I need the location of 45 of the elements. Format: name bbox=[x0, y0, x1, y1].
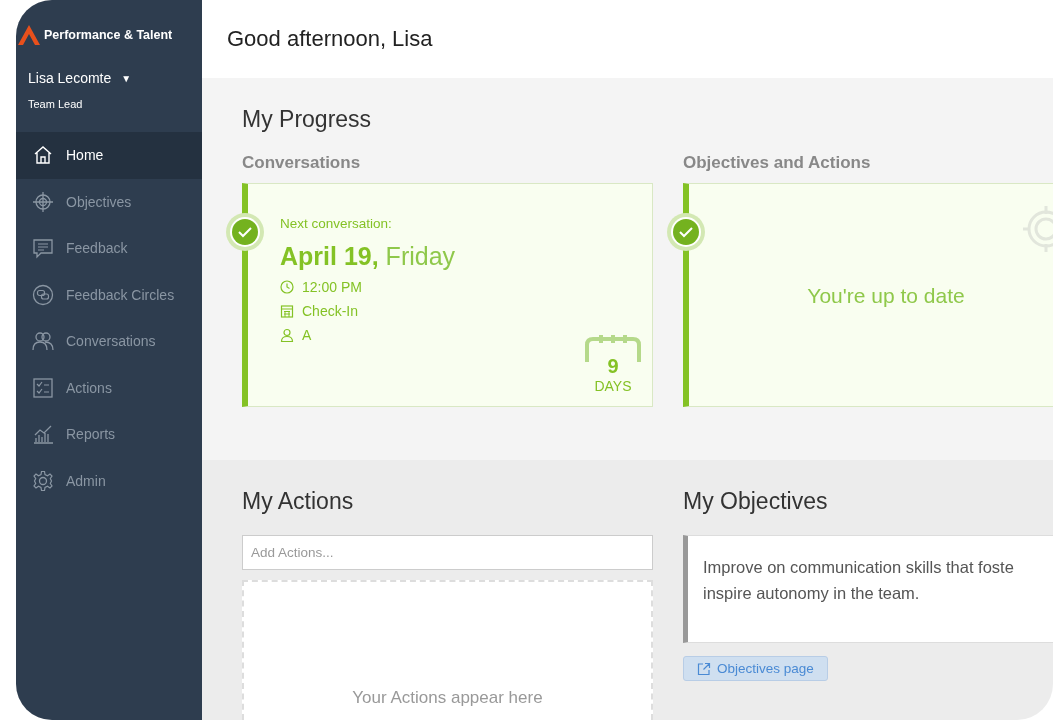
comment-icon bbox=[32, 237, 54, 260]
section-title: My Objectives bbox=[683, 487, 828, 515]
conversation-date: April 19, Friday bbox=[280, 242, 457, 271]
sidebar-item[interactable]: Conversations bbox=[16, 318, 202, 365]
person-icon bbox=[280, 328, 294, 342]
sidebar-item[interactable]: Feedback Circles bbox=[16, 271, 202, 318]
sidebar-item[interactable]: Home bbox=[16, 132, 202, 179]
dropdown-caret[interactable]: ▼ bbox=[121, 72, 132, 84]
sidebar-item[interactable]: Feedback bbox=[16, 225, 202, 272]
chart-icon bbox=[32, 423, 54, 446]
sidebar-item[interactable]: Admin bbox=[16, 457, 202, 504]
greeting: Good afternoon, Lisa bbox=[227, 26, 433, 52]
external-link-icon bbox=[697, 661, 711, 676]
objective-text: inspire autonomy in the team. bbox=[703, 583, 920, 604]
target-icon bbox=[32, 190, 54, 213]
conversation-type: Check-In bbox=[302, 303, 359, 319]
sidebar-item[interactable]: Reports bbox=[16, 411, 202, 458]
sidebar-item[interactable]: Actions bbox=[16, 364, 202, 411]
objective-card[interactable]: Improve on communication skills that foste inspire autonomy in the team. bbox=[683, 535, 1053, 643]
calendar-icon bbox=[280, 304, 294, 318]
add-actions-field[interactable]: Add Actions... bbox=[242, 535, 653, 570]
people-icon bbox=[32, 330, 54, 353]
circles-icon bbox=[32, 283, 54, 306]
logo-icon bbox=[18, 25, 40, 45]
brand-name: Performance & Talent bbox=[44, 28, 173, 42]
objective-text: Improve on communication skills that foste bbox=[703, 557, 1014, 578]
card-title: Conversations bbox=[242, 153, 361, 173]
days-label: DAYS bbox=[594, 378, 632, 394]
user-role: Team Lead bbox=[27, 97, 84, 110]
section-title: My Progress bbox=[242, 105, 372, 133]
clock-icon bbox=[280, 280, 294, 294]
checklist-icon bbox=[32, 376, 54, 399]
days-count: 9 bbox=[607, 355, 619, 378]
section-title: My Actions bbox=[242, 487, 354, 515]
card-title: Objectives and Actions bbox=[683, 153, 871, 173]
conversation-time: 12:00 PM bbox=[302, 279, 362, 295]
home-icon bbox=[32, 144, 54, 167]
sidebar-item[interactable]: Objectives bbox=[16, 178, 202, 225]
up-to-date-message: You're up to date bbox=[807, 284, 965, 308]
attendee-name: A bbox=[302, 327, 312, 343]
gear-icon bbox=[32, 469, 54, 492]
objectives-page-button[interactable]: Objectives page bbox=[683, 656, 828, 681]
user-name[interactable]: Lisa Lecomte bbox=[28, 70, 112, 86]
next-label: Next conversation: bbox=[280, 216, 392, 231]
empty-message: Your Actions appear here bbox=[352, 688, 543, 708]
